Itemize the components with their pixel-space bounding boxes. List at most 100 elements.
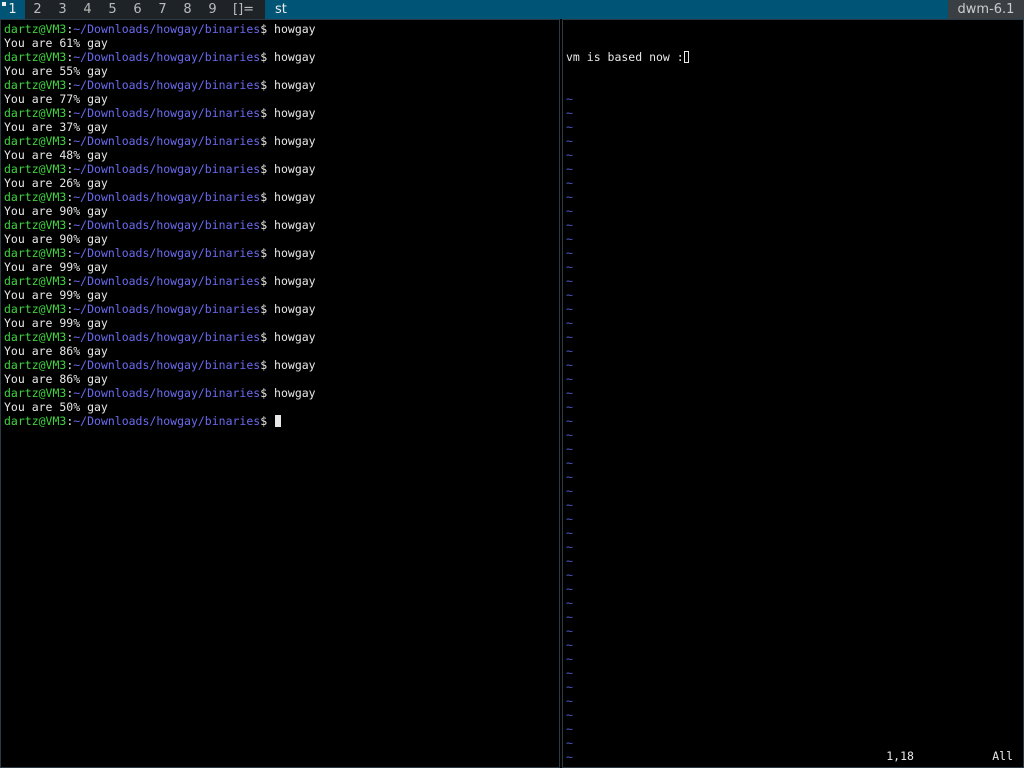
prompt-line: dartz@VM3:~/Downloads/howgay/binaries$ [4,414,316,428]
vim-empty-line-tilde: ~ [566,372,573,386]
vim-empty-line-tilde: ~ [566,582,573,596]
status-text: dwm-6.1 [948,0,1024,19]
prompt-symbol: $ [260,330,275,344]
prompt-symbol: $ [260,50,275,64]
prompt-path: ~/Downloads/howgay/binaries [73,162,261,176]
prompt-line: dartz@VM3:~/Downloads/howgay/binaries$ h… [4,274,316,288]
output-line: You are 37% gay [4,120,108,134]
tag-4[interactable]: 4 [75,0,100,19]
prompt-line: dartz@VM3:~/Downloads/howgay/binaries$ h… [4,246,316,260]
output-line: You are 90% gay [4,204,108,218]
window-title: st [265,0,948,19]
terminal-window[interactable]: dartz@VM3:~/Downloads/howgay/binaries$ h… [0,19,560,768]
tag-7[interactable]: 7 [150,0,175,19]
prompt-command: howgay [274,302,316,316]
vim-first-line: vm is based now : [566,50,689,64]
prompt-path: ~/Downloads/howgay/binaries [73,358,261,372]
vim-empty-line-tilde: ~ [566,120,573,134]
output-line: You are 90% gay [4,232,108,246]
prompt-command: howgay [274,162,316,176]
prompt-path: ~/Downloads/howgay/binaries [73,106,261,120]
vim-empty-line-tilde: ~ [566,680,573,694]
prompt-path: ~/Downloads/howgay/binaries [73,246,261,260]
vim-empty-line-tilde: ~ [566,708,573,722]
prompt-path: ~/Downloads/howgay/binaries [73,274,261,288]
prompt-path: ~/Downloads/howgay/binaries [73,302,261,316]
output-line: You are 48% gay [4,148,108,162]
prompt-path: ~/Downloads/howgay/binaries [73,386,261,400]
vim-empty-line-tilde: ~ [566,386,573,400]
prompt-path: ~/Downloads/howgay/binaries [73,22,261,36]
vim-empty-line-tilde: ~ [566,540,573,554]
prompt-user: dartz@VM3 [4,190,67,204]
prompt-command: howgay [274,218,316,232]
vim-empty-line-tilde: ~ [566,484,573,498]
prompt-path: ~/Downloads/howgay/binaries [73,218,261,232]
prompt-symbol: $ [260,274,275,288]
vim-empty-line-tilde: ~ [566,204,573,218]
vim-empty-line-tilde: ~ [566,260,573,274]
vim-empty-line-tilde: ~ [566,134,573,148]
prompt-line: dartz@VM3:~/Downloads/howgay/binaries$ h… [4,302,316,316]
prompt-user: dartz@VM3 [4,218,67,232]
output-line: You are 61% gay [4,36,108,50]
tag-9[interactable]: 9 [200,0,225,19]
prompt-user: dartz@VM3 [4,358,67,372]
vim-line-text: vm is based now : [566,50,684,64]
prompt-path: ~/Downloads/howgay/binaries [73,134,261,148]
vim-empty-line-tilde: ~ [566,288,573,302]
prompt-line: dartz@VM3:~/Downloads/howgay/binaries$ h… [4,386,316,400]
prompt-user: dartz@VM3 [4,302,67,316]
prompt-symbol: $ [260,106,275,120]
vim-buffer: vm is based now : ~ ~ ~ ~ ~ ~ ~ ~ ~ ~ ~ ~ ~ ~ ~ ~ ~ ~ ~ ~ ~ ~… [566,22,689,768]
prompt-line: dartz@VM3:~/Downloads/howgay/binaries$ h… [4,162,316,176]
prompt-command: howgay [274,386,316,400]
vim-empty-line-tilde: ~ [566,568,573,582]
prompt-command: howgay [274,50,316,64]
vim-empty-line-tilde: ~ [566,414,573,428]
vim-empty-line-tilde: ~ [566,428,573,442]
tag-6[interactable]: 6 [125,0,150,19]
prompt-user: dartz@VM3 [4,162,67,176]
vim-empty-line-tilde: ~ [566,218,573,232]
tag-8[interactable]: 8 [175,0,200,19]
terminal-output: dartz@VM3:~/Downloads/howgay/binaries$ h… [4,22,316,428]
layout-symbol[interactable]: []= [233,0,254,19]
prompt-line: dartz@VM3:~/Downloads/howgay/binaries$ h… [4,358,316,372]
output-line: You are 86% gay [4,344,108,358]
prompt-symbol: $ [260,246,275,260]
tag-1[interactable]: 1 [0,0,25,19]
vim-empty-line-tilde: ~ [566,162,573,176]
prompt-user: dartz@VM3 [4,414,67,428]
prompt-user: dartz@VM3 [4,134,67,148]
prompt-path: ~/Downloads/howgay/binaries [73,50,261,64]
tag-label: 1 [8,2,17,17]
prompt-symbol: $ [260,22,275,36]
tag-list: 1 2 3 4 5 6 7 8 9 [0,0,225,19]
tag-5[interactable]: 5 [100,0,125,19]
vim-empty-line-tilde: ~ [566,358,573,372]
output-line: You are 99% gay [4,316,108,330]
prompt-user: dartz@VM3 [4,246,67,260]
tag-2[interactable]: 2 [25,0,50,19]
vim-window[interactable]: vm is based now : ~ ~ ~ ~ ~ ~ ~ ~ ~ ~ ~ ~ ~ ~ ~ ~ ~ ~ ~ ~ ~ ~… [562,19,1024,768]
prompt-line: dartz@VM3:~/Downloads/howgay/binaries$ h… [4,218,316,232]
prompt-symbol: $ [260,218,275,232]
prompt-line: dartz@VM3:~/Downloads/howgay/binaries$ h… [4,106,316,120]
prompt-command: howgay [274,106,316,120]
output-line: You are 86% gay [4,372,108,386]
prompt-line: dartz@VM3:~/Downloads/howgay/binaries$ h… [4,330,316,344]
prompt-path: ~/Downloads/howgay/binaries [73,414,261,428]
vim-empty-line-tilde: ~ [566,638,573,652]
vim-ruler: 1,18 All [886,749,1013,763]
prompt-user: dartz@VM3 [4,330,67,344]
prompt-path: ~/Downloads/howgay/binaries [73,330,261,344]
prompt-user: dartz@VM3 [4,50,67,64]
prompt-command: howgay [274,190,316,204]
dwm-bar: 1 2 3 4 5 6 7 8 9 []= st dwm-6.1 [0,0,1024,19]
tag-3[interactable]: 3 [50,0,75,19]
prompt-line: dartz@VM3:~/Downloads/howgay/binaries$ h… [4,190,316,204]
prompt-symbol: $ [260,162,275,176]
prompt-symbol: $ [260,302,275,316]
vim-empty-line-tilde: ~ [566,302,573,316]
